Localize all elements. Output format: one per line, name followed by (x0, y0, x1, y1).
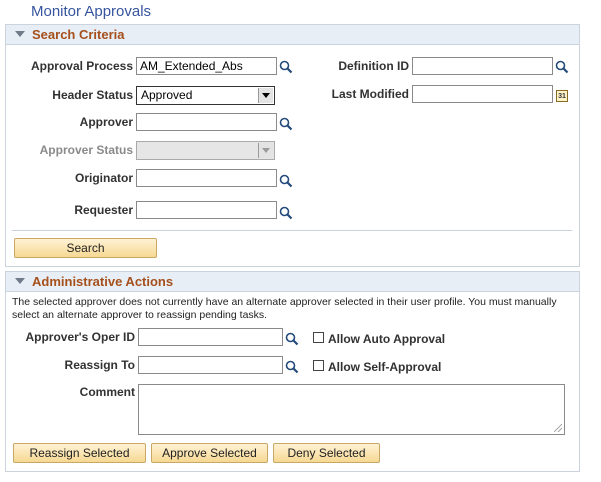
comment-label: Comment (79, 385, 135, 399)
header-status-value: Approved (141, 88, 193, 102)
requester-lookup-icon[interactable] (279, 206, 293, 220)
approver-label: Approver (79, 115, 133, 129)
originator-lookup-icon[interactable] (279, 174, 293, 188)
alternate-approver-message: The selected approver does not currently… (12, 296, 557, 321)
definition-id-label: Definition ID (338, 59, 409, 73)
originator-label: Originator (74, 171, 133, 185)
last-modified-input[interactable] (412, 85, 553, 103)
search-divider (12, 230, 572, 231)
resize-grip-icon[interactable] (554, 424, 562, 432)
definition-id-input[interactable] (412, 57, 553, 75)
deny-selected-button[interactable]: Deny Selected (273, 443, 380, 463)
approver-status-select (136, 141, 275, 160)
originator-input[interactable] (136, 169, 277, 187)
search-criteria-title: Search Criteria (32, 27, 125, 42)
page-title: Monitor Approvals (31, 3, 152, 20)
reassign-to-input[interactable] (138, 356, 283, 374)
approver-oper-id-label: Approver's Oper ID (25, 330, 135, 344)
approval-process-label: Approval Process (30, 59, 133, 73)
approver-oper-id-input[interactable] (138, 328, 283, 346)
header-status-select[interactable]: Approved (136, 86, 275, 105)
approve-selected-button[interactable]: Approve Selected (151, 443, 268, 463)
definition-id-lookup-icon[interactable] (555, 60, 569, 74)
allow-self-approval-label: Allow Self-Approval (328, 360, 442, 374)
search-button[interactable]: Search (14, 238, 157, 258)
approver-status-label: Approver Status (39, 143, 133, 157)
approval-process-lookup-icon[interactable] (279, 60, 293, 74)
admin-actions-header[interactable]: Administrative Actions (6, 272, 579, 292)
header-status-label: Header Status (52, 88, 133, 102)
dropdown-arrow-icon (258, 143, 273, 158)
allow-self-approval-checkbox[interactable] (313, 360, 324, 371)
comment-textarea[interactable] (138, 384, 565, 435)
search-criteria-header[interactable]: Search Criteria (6, 25, 579, 45)
reassign-selected-button[interactable]: Reassign Selected (13, 443, 146, 463)
oper-id-lookup-icon[interactable] (285, 332, 299, 346)
reassign-to-label: Reassign To (64, 358, 135, 372)
requester-input[interactable] (136, 201, 277, 219)
allow-auto-approval-checkbox[interactable] (313, 332, 324, 343)
calendar-icon[interactable]: 31 (556, 90, 568, 102)
admin-actions-title: Administrative Actions (32, 274, 174, 289)
approver-lookup-icon[interactable] (279, 117, 293, 131)
collapse-icon[interactable] (15, 278, 25, 284)
allow-auto-approval-label: Allow Auto Approval (328, 332, 446, 346)
collapse-icon[interactable] (15, 31, 25, 37)
last-modified-label: Last Modified (331, 87, 409, 101)
dropdown-arrow-icon[interactable] (258, 88, 273, 103)
approval-process-input[interactable]: AM_Extended_Abs (136, 57, 277, 75)
requester-label: Requester (74, 203, 133, 217)
approver-input[interactable] (136, 113, 277, 131)
reassign-to-lookup-icon[interactable] (285, 360, 299, 374)
